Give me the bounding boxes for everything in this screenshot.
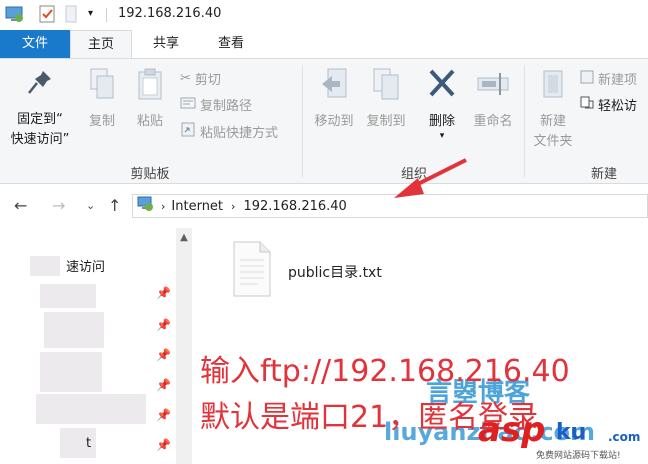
cut-button[interactable]: ✂ 剪切 [180, 69, 221, 88]
easy-access-button[interactable]: 轻松访 [580, 95, 637, 114]
move-to-label: 移动到 [314, 114, 354, 129]
paste-shortcut-button[interactable]: 粘贴快捷方式 [180, 121, 278, 141]
pin-icon[interactable]: 📌 [156, 438, 171, 452]
paste-button[interactable]: 粘贴 [130, 67, 170, 132]
dropdown-icon[interactable]: ▾ [88, 8, 93, 19]
text-file-icon [233, 241, 271, 297]
annotation-arrow [394, 158, 467, 198]
paste-label: 粘贴 [136, 114, 163, 129]
group-separator [524, 65, 525, 177]
new-item-icon [580, 70, 594, 88]
blurred-region [40, 284, 96, 308]
pin-icon[interactable]: 📌 [156, 408, 171, 422]
blurred-region [40, 352, 102, 392]
copy-label: 复制 [88, 114, 115, 129]
copy-to-label: 复制到 [366, 114, 406, 129]
tab-view[interactable]: 查看 [200, 30, 262, 58]
nav-pane-scrollbar[interactable] [176, 228, 192, 464]
new-folder-icon [528, 67, 578, 108]
forward-arrow-icon[interactable]: → [52, 196, 65, 215]
ribbon-tabs: 文件 主页 共享 查看 [0, 30, 648, 59]
properties-icon[interactable] [38, 4, 58, 27]
move-to-button[interactable]: 移动到 [308, 67, 360, 132]
group-separator [302, 65, 303, 177]
title-separator [106, 8, 107, 22]
cut-label: 剪切 [194, 73, 221, 88]
delete-button[interactable]: 删除 ▾ [418, 67, 466, 141]
clipboard-group-label: 剪贴板 [130, 167, 170, 182]
computer-icon[interactable] [4, 4, 26, 29]
delete-dropdown-icon[interactable]: ▾ [418, 132, 466, 141]
copy-icon [82, 67, 122, 108]
new-item-button[interactable]: 新建项 [580, 69, 637, 88]
folder-icon[interactable] [64, 4, 78, 27]
new-folder-label-line1: 新建 [539, 114, 566, 129]
pin-label-line1: 固定到“ [17, 112, 63, 127]
delete-x-icon [418, 67, 466, 108]
scissors-icon: ✂ [180, 71, 191, 86]
navigation-pane: 速访问 t [0, 228, 194, 464]
pin-icon[interactable]: 📌 [156, 286, 171, 300]
back-arrow-icon[interactable]: ← [14, 196, 27, 215]
annotation-line1: 输入ftp://192.168.216.40 [200, 354, 570, 389]
pin-icon [4, 67, 76, 106]
new-item-label: 新建项 [598, 73, 638, 88]
copy-path-label: 复制路径 [200, 99, 253, 114]
blurred-region [36, 394, 146, 424]
navigation-bar: ← → ⌄ ↑ › Internet › 192.168.216.40 [0, 184, 648, 228]
rename-icon [468, 67, 518, 108]
rename-button[interactable]: 重命名 [468, 67, 518, 132]
breadcrumb-internet[interactable]: Internet [171, 199, 223, 214]
rename-label: 重命名 [473, 114, 513, 129]
ribbon: 固定到“ 快速访问” 复制 粘贴 ✂ 剪切 复制路径 粘贴快捷方式 剪贴板 移动… [0, 58, 648, 184]
watermark-asp-logo: asp [478, 410, 546, 450]
watermark-ku-logo: ku [556, 420, 587, 445]
watermark-com: .com [608, 430, 641, 444]
scroll-up-arrow-icon[interactable]: ▲ [176, 232, 192, 243]
copy-path-icon [180, 97, 196, 113]
copy-button[interactable]: 复制 [82, 67, 122, 132]
recent-locations-chevron-icon[interactable]: ⌄ [86, 199, 95, 212]
nav-item-fragment[interactable]: t [86, 436, 91, 451]
breadcrumb-chevron-icon[interactable]: › [231, 200, 235, 213]
easy-access-label: 轻松访 [598, 99, 638, 114]
file-name[interactable]: public目录.txt [288, 262, 382, 282]
paste-shortcut-icon [180, 121, 196, 141]
pin-icon[interactable]: 📌 [156, 348, 171, 362]
tab-share[interactable]: 共享 [136, 30, 196, 58]
delete-label: 删除 [428, 114, 455, 129]
pin-to-quick-access-button[interactable]: 固定到“ 快速访问” [4, 67, 76, 150]
tab-file[interactable]: 文件 [0, 30, 70, 58]
file-item[interactable] [232, 240, 272, 301]
blurred-region [30, 256, 60, 276]
copy-to-button[interactable]: 复制到 [360, 67, 412, 132]
copy-to-icon [360, 67, 412, 108]
pin-label-line2: 快速访问” [10, 132, 70, 147]
address-chevron-icon[interactable]: › [161, 200, 165, 213]
blurred-region [44, 312, 104, 348]
new-folder-label-line2: 文件夹 [533, 134, 573, 149]
new-folder-button[interactable]: 新建 文件夹 [528, 67, 578, 152]
title-bar: ▾ 192.168.216.40 [0, 0, 648, 30]
paste-shortcut-label: 粘贴快捷方式 [200, 125, 279, 141]
network-location-icon [137, 195, 155, 217]
breadcrumb-host[interactable]: 192.168.216.40 [243, 199, 346, 214]
window-title: 192.168.216.40 [118, 6, 222, 21]
pin-icon[interactable]: 📌 [156, 378, 171, 392]
watermark-subtitle: 免费网站源码下载站! [536, 451, 621, 461]
copy-path-button[interactable]: 复制路径 [180, 95, 252, 114]
pin-icon[interactable]: 📌 [156, 318, 171, 332]
clipboard-icon [130, 67, 170, 108]
quick-access-item[interactable]: 速访问 [66, 256, 105, 275]
tab-home[interactable]: 主页 [70, 30, 132, 59]
easy-access-icon [580, 96, 594, 114]
new-group-label: 新建 [590, 167, 617, 182]
up-arrow-icon[interactable]: ↑ [108, 196, 121, 215]
move-to-icon [308, 67, 360, 108]
